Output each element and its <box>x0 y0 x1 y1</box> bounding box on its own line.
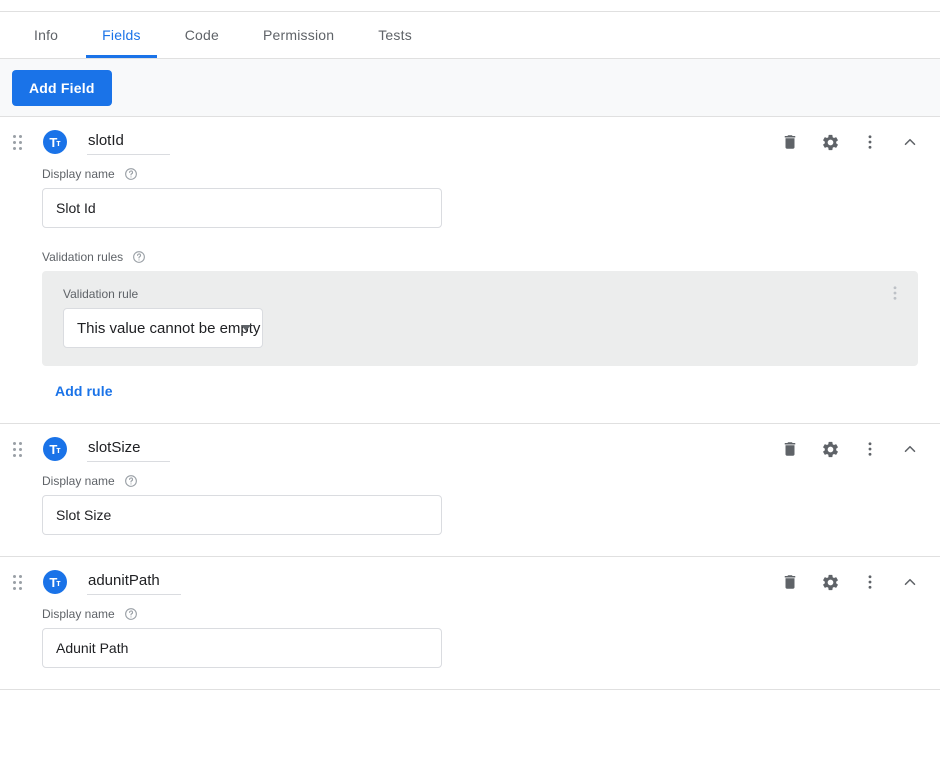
tab-tests[interactable]: Tests <box>356 12 434 58</box>
tab-fields-label: Fields <box>102 27 141 43</box>
validation-rules-label-group: Validation rules <box>42 250 940 264</box>
tab-tests-label: Tests <box>378 27 412 43</box>
display-name-label: Display name <box>42 607 115 621</box>
field-row: Tт Display name <box>0 557 940 690</box>
field-name-input[interactable] <box>87 129 170 155</box>
validation-rule-select-wrap: This value cannot be empty <box>63 308 263 348</box>
help-circle-icon[interactable] <box>124 607 138 621</box>
help-circle-icon[interactable] <box>132 250 146 264</box>
field-actions <box>778 570 940 594</box>
more-vert-icon[interactable] <box>858 130 882 154</box>
field-name-input[interactable] <box>87 436 170 462</box>
validation-rule-select[interactable]: This value cannot be empty <box>63 308 263 348</box>
text-type-icon-small: т <box>56 577 61 588</box>
tab-permission-label: Permission <box>262 27 335 43</box>
field-body: Display name Validation rules Validation… <box>0 167 940 423</box>
more-vert-icon[interactable] <box>858 437 882 461</box>
gear-icon[interactable] <box>818 130 842 154</box>
text-type-icon-small: т <box>56 444 61 455</box>
display-name-input[interactable] <box>42 628 442 668</box>
display-name-label: Display name <box>42 474 115 488</box>
chevron-up-icon[interactable] <box>898 437 922 461</box>
field-header: Tт <box>0 424 940 474</box>
field-header: Tт <box>0 117 940 167</box>
display-name-input[interactable] <box>42 188 442 228</box>
tab-info[interactable]: Info <box>12 12 80 58</box>
tab-code[interactable]: Code <box>163 12 241 58</box>
add-field-button[interactable]: Add Field <box>12 69 112 106</box>
chevron-up-icon[interactable] <box>898 130 922 154</box>
tab-info-label: Info <box>34 27 59 43</box>
text-type-icon[interactable]: Tт <box>43 437 67 461</box>
more-vert-icon[interactable] <box>886 284 904 307</box>
drag-handle-icon[interactable] <box>4 574 30 590</box>
drag-handle-icon[interactable] <box>4 134 30 150</box>
display-name-label-group: Display name <box>42 607 940 621</box>
help-circle-icon[interactable] <box>124 167 138 181</box>
tab-bar: Info Fields Code Permission Tests <box>0 11 940 59</box>
gear-icon[interactable] <box>818 437 842 461</box>
field-row: Tт Display name <box>0 117 940 424</box>
tab-permission[interactable]: Permission <box>241 12 356 58</box>
field-header: Tт <box>0 557 940 607</box>
tab-code-label: Code <box>184 27 219 43</box>
more-vert-icon[interactable] <box>858 570 882 594</box>
display-name-input[interactable] <box>42 495 442 535</box>
field-actions <box>778 130 940 154</box>
help-circle-icon[interactable] <box>124 474 138 488</box>
field-name-input[interactable] <box>87 569 181 595</box>
validation-rule-panel: Validation rule This value cannot be emp… <box>42 271 918 366</box>
tab-fields[interactable]: Fields <box>80 12 163 58</box>
trash-icon[interactable] <box>778 437 802 461</box>
display-name-label-group: Display name <box>42 167 940 181</box>
validation-rule-selected-value: This value cannot be empty <box>77 319 261 337</box>
drag-handle-icon[interactable] <box>4 441 30 457</box>
add-rule-button[interactable]: Add rule <box>45 375 123 407</box>
validation-rule-label: Validation rule <box>63 287 139 301</box>
text-type-icon[interactable]: Tт <box>43 570 67 594</box>
fields-editor-page: Info Fields Code Permission Tests Add Fi… <box>0 0 940 774</box>
display-name-label-group: Display name <box>42 474 940 488</box>
fields-toolbar: Add Field <box>0 59 940 117</box>
trash-icon[interactable] <box>778 570 802 594</box>
chevron-up-icon[interactable] <box>898 570 922 594</box>
text-type-icon[interactable]: Tт <box>43 130 67 154</box>
gear-icon[interactable] <box>818 570 842 594</box>
validation-rules-label: Validation rules <box>42 250 124 264</box>
trash-icon[interactable] <box>778 130 802 154</box>
field-row: Tт Display name <box>0 424 940 557</box>
field-body: Display name <box>0 474 940 556</box>
display-name-label: Display name <box>42 167 115 181</box>
field-actions <box>778 437 940 461</box>
field-body: Display name <box>0 607 940 689</box>
text-type-icon-small: т <box>56 137 61 148</box>
